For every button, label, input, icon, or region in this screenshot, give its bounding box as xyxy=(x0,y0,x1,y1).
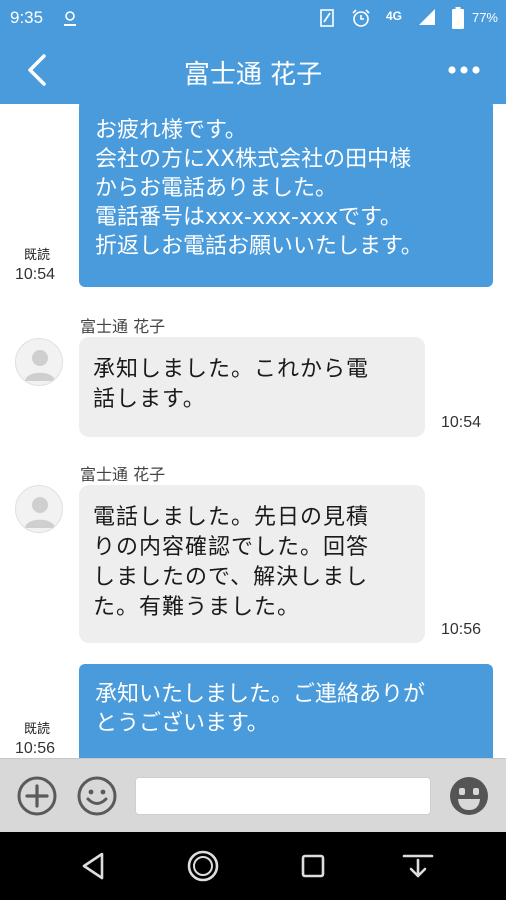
user-silhouette-icon xyxy=(25,350,55,381)
nfc-icon xyxy=(318,8,338,32)
nav-recents-button[interactable] xyxy=(295,848,331,884)
chat-title: 富士通 花子 xyxy=(183,60,323,90)
outgoing-message[interactable]: 承知いたしました。ご連絡ありが とうございます。 xyxy=(79,664,493,758)
message-time: 10:56 xyxy=(15,740,56,757)
message-input[interactable] xyxy=(135,777,431,815)
read-receipt: 既読 xyxy=(24,248,51,263)
notification-pull-icon xyxy=(402,854,434,878)
nav-home-button[interactable] xyxy=(185,848,221,884)
smiley-icon xyxy=(77,776,117,816)
outgoing-message[interactable]: お疲れ様です。 会社の方にXX株式会社の田中様 からお電話ありました。 電話番号… xyxy=(79,104,493,287)
message-time: 10:54 xyxy=(15,266,56,283)
plus-circle-icon xyxy=(17,776,57,816)
message-input-bar xyxy=(0,758,506,832)
sender-name: 富士通 花子 xyxy=(80,317,166,336)
avatar[interactable] xyxy=(15,485,63,533)
sender-name: 富士通 花子 xyxy=(80,465,166,484)
recents-square-icon xyxy=(301,854,325,878)
notification-icon xyxy=(60,8,80,32)
incoming-message[interactable]: 電話しました。先日の見積 りの内容確認でした。回答 しましたので、解決しまし た… xyxy=(79,485,425,643)
user-silhouette-icon xyxy=(25,497,55,528)
sticker-face-icon xyxy=(450,777,488,815)
chat-messages[interactable]: お疲れ様です。 会社の方にXX株式会社の田中様 からお電話ありました。 電話番号… xyxy=(0,104,506,758)
more-options-icon xyxy=(448,66,480,74)
status-time: 9:35 xyxy=(10,8,44,27)
chat-header: 富士通 花子 xyxy=(0,36,506,104)
alarm-icon xyxy=(350,8,372,32)
nav-back-button[interactable] xyxy=(76,848,112,884)
incoming-message[interactable]: 承知しました。これから電 話します。 xyxy=(79,337,425,437)
more-options-button[interactable] xyxy=(444,58,484,82)
system-nav-bar xyxy=(0,832,506,900)
sticker-button[interactable] xyxy=(447,774,491,818)
status-bar: 9:35 4G 77% xyxy=(0,0,506,36)
add-attachment-button[interactable] xyxy=(15,774,59,818)
battery-icon xyxy=(452,7,464,33)
battery-percent: 77% xyxy=(471,10,498,25)
message-time: 10:54 xyxy=(441,414,482,431)
signal-icon xyxy=(418,8,436,30)
back-triangle-icon xyxy=(82,852,104,880)
message-time: 10:56 xyxy=(441,621,482,638)
network-type: 4G xyxy=(386,9,403,23)
emoji-button[interactable] xyxy=(75,774,119,818)
avatar[interactable] xyxy=(15,338,63,386)
read-receipt: 既読 xyxy=(24,722,51,737)
home-circle-icon xyxy=(187,850,219,882)
nav-notification-button[interactable] xyxy=(400,848,436,884)
